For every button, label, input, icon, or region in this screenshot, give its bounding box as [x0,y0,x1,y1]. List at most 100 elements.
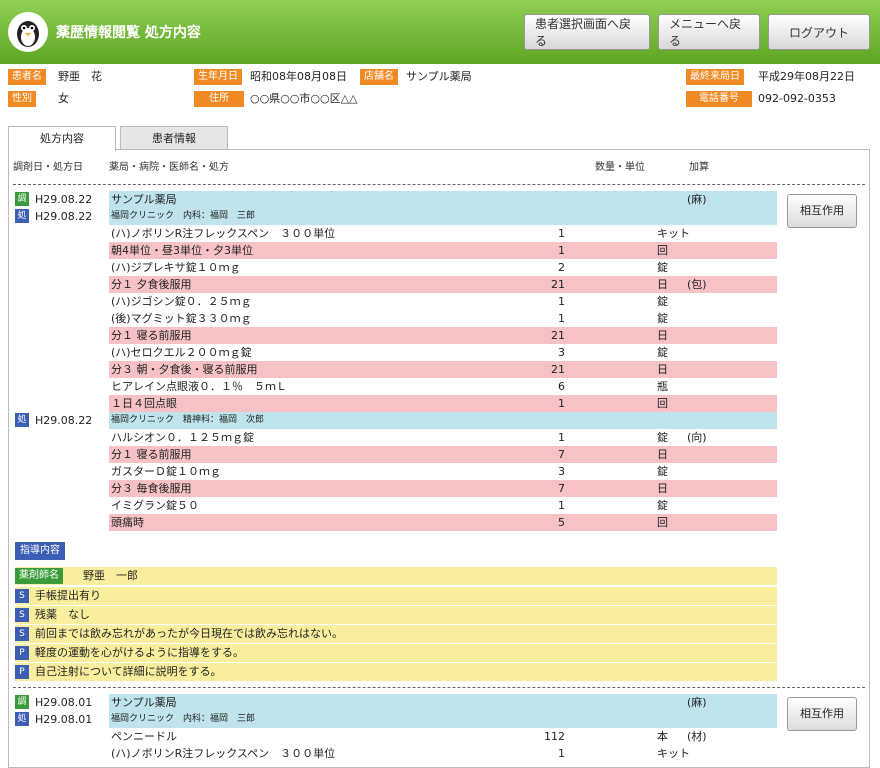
row-background [109,191,777,208]
row-background [109,514,777,531]
unit: キット [657,227,690,240]
pharmacist-name: 野亜 一郎 [83,569,138,582]
quantity: 7 [558,482,565,495]
unit: 錠 [657,431,668,444]
drug-text: (ハ)ノボリンR注フレックスペン ３００単位 [111,227,336,240]
pharmacy-row: 調 H29.08.22 サンプル薬局 (麻) [9,191,779,208]
patient-address: ○○県○○市○○区△△ [250,92,358,105]
logout-button[interactable]: ログアウト [768,14,870,50]
store-label: 店舗名 [360,69,398,85]
quantity: 5 [558,516,565,529]
clinic-name: 福岡クリニック 精神科：福岡 次郎 [111,415,265,425]
unit: 日 [657,482,668,495]
row-background [109,480,777,497]
drug-text: (ハ)ジゴシン錠０．２５ｍｇ [111,295,252,308]
drug-text: 分１ 夕食後服用 [111,278,192,291]
back-to-patient-select-button[interactable]: 患者選択画面へ戻る [524,14,650,50]
quantity: 1 [558,397,565,410]
drug-row: 分３ 朝・夕食後・寝る前服用 21 日 [9,361,779,378]
patient-dob: 昭和08年08月08日 [250,70,347,83]
unit: 回 [657,516,668,529]
quantity: 1 [558,227,565,240]
interaction-button[interactable]: 相互作用 [787,194,857,228]
col-add-header: 加算 [689,162,709,173]
drug-text: イミグラン錠５０ [111,499,199,512]
guidance-text: 残薬 なし [35,608,90,621]
unit: キット [657,747,690,760]
tab-patient-info[interactable]: 患者情報 [120,126,228,150]
drug-text: 朝4単位・昼3単位・夕3単位 [111,244,253,257]
guidance-line: S 前回までは飲み忘れがあったが今日現在では飲み忘れはない。 [15,625,777,643]
patient-phone: 092-092-0353 [758,92,836,105]
col-date-header: 調剤日・処方日 [13,162,83,173]
drug-row: ハルシオン０．１２５ｍｇ錠 1 錠 (向) [9,429,779,446]
prescription-badge: 処 [15,209,29,223]
quantity: 112 [544,730,565,743]
patient-sex: 女 [58,92,69,105]
quantity: 1 [558,244,565,257]
guidance-text: 前回までは飲み忘れがあったが今日現在では飲み忘れはない。 [35,627,343,640]
drug-text: ガスターＤ錠１０ｍｇ [111,465,221,478]
drug-row: (ハ)ノボリンR注フレックスペン ３００単位 1 キット [9,225,779,242]
quantity: 21 [551,329,565,342]
drug-row: (ハ)ジプレキサ錠１０ｍｇ 2 錠 [9,259,779,276]
unit: 瓶 [657,380,668,393]
drug-row: 分１ 寝る前服用 21 日 [9,327,779,344]
drug-text: １日４回点眼 [111,397,177,410]
drug-text: ペンニードル [111,730,177,743]
unit: 回 [657,397,668,410]
prescription-badge: 処 [15,413,29,427]
guidance-line: P 軽度の運動を心がけるように指導をする。 [15,644,777,662]
drug-row: ペンニードル 112 本 (材) [9,728,779,745]
tab-prescription[interactable]: 処方内容 [8,126,116,151]
prescription-badge: 処 [15,712,29,726]
unit: 錠 [657,499,668,512]
drug-text: 分１ 寝る前服用 [111,329,192,342]
drug-text: 分３ 朝・夕食後・寝る前服用 [111,363,258,376]
drug-row: (ハ)ノボリンR注フレックスペン ３００単位 1 キット [9,745,779,762]
guidance-type-badge: P [15,665,29,679]
drug-row: ヒアレイン点眼液０．１％ ５ｍＬ 6 瓶 [9,378,779,395]
interaction-button[interactable]: 相互作用 [787,697,857,731]
guidance-type-badge: P [15,646,29,660]
quantity: 1 [558,431,565,444]
drug-row: 分３ 毎食後服用 7 日 [9,480,779,497]
pharmacy-name: サンプル薬局 [111,193,177,206]
unit: 錠 [657,346,668,359]
drug-row: 頭痛時 5 回 [9,514,779,531]
drug-text: (ハ)ノボリンR注フレックスペン ３００単位 [111,747,336,760]
guidance-text: 自己注射について詳細に説明をする。 [35,665,222,678]
prescription-row: 処 H29.08.01 福岡クリニック 内科：福岡 三郎 [9,711,779,728]
drug-row: イミグラン錠５０ 1 錠 [9,497,779,514]
app-title: 薬歴情報閲覧 処方内容 [56,25,201,41]
back-to-menu-button[interactable]: メニューへ戻る [658,14,760,50]
pharmacist-label: 薬剤師名 [15,568,63,584]
guidance-type-badge: S [15,608,29,622]
drug-text: 分３ 毎食後服用 [111,482,192,495]
quantity: 21 [551,363,565,376]
addition: (麻) [687,696,707,709]
guidance-text: 軽度の運動を心がけるように指導をする。 [35,646,244,659]
clinic-name: 福岡クリニック 内科：福岡 三郎 [111,211,256,221]
drug-text: ハルシオン０．１２５ｍｇ錠 [111,431,254,444]
separator [13,687,865,688]
guidance-type-badge: S [15,627,29,641]
separator [13,184,865,185]
quantity: 1 [558,747,565,760]
dispense-badge: 調 [15,192,29,206]
addition: (麻) [687,193,707,206]
phone-label: 電話番号 [686,91,752,107]
name-label: 患者名 [8,69,46,85]
quantity: 1 [558,312,565,325]
date: H29.08.22 [35,193,93,206]
store-name: サンプル薬局 [406,70,472,83]
pharmacist-row: 薬剤師名 野亜 一郎 [15,567,777,585]
quantity: 6 [558,380,565,393]
col-desc-header: 薬局・病院・医師名・処方 [109,162,229,173]
drug-row: 分１ 寝る前服用 7 日 [9,446,779,463]
guidance-text: 手帳提出有り [35,589,101,602]
unit: 本 [657,730,668,743]
drug-row: (ハ)ジゴシン錠０．２５ｍｇ 1 錠 [9,293,779,310]
last-visit-date: 平成29年08月22日 [758,70,855,83]
row-background [109,694,777,711]
